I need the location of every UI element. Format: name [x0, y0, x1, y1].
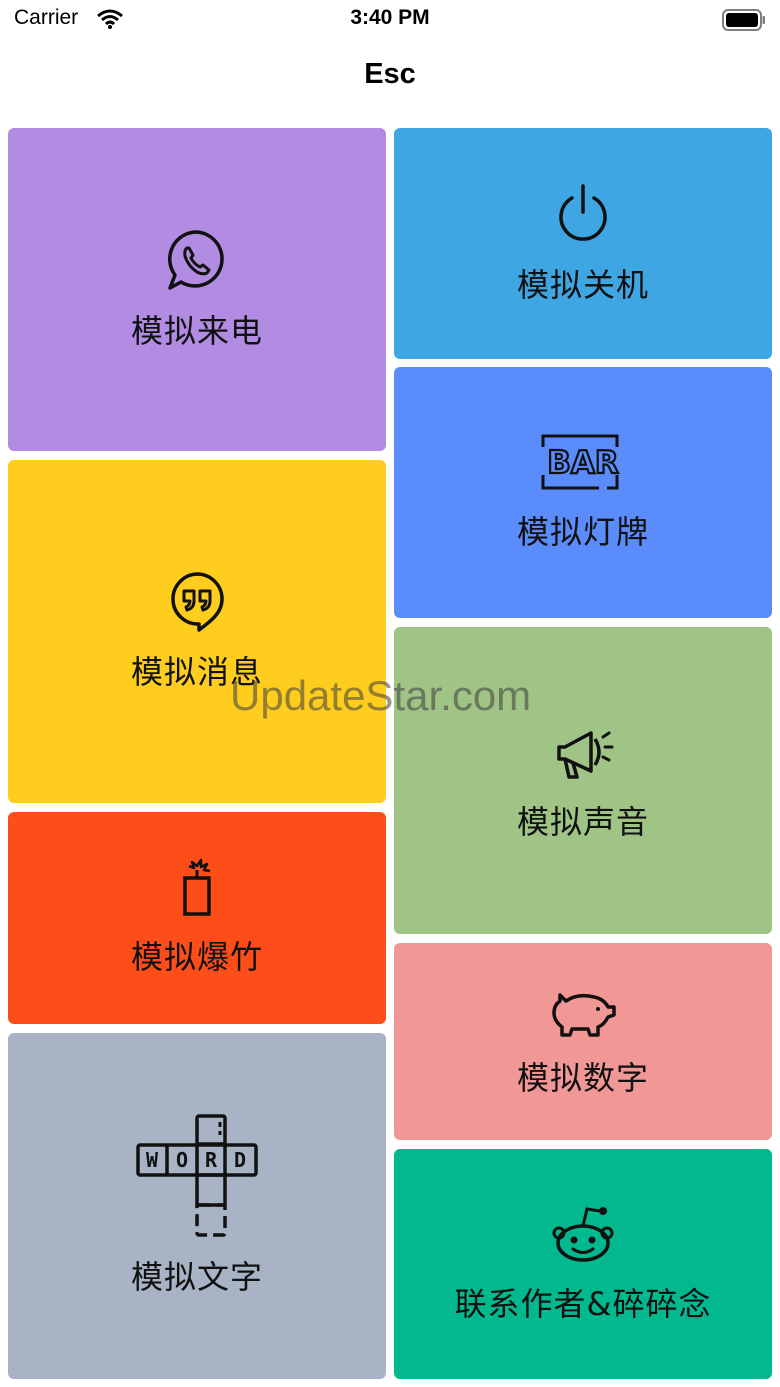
crossword-icon: W O R D [136, 1114, 258, 1237]
tile-simulate-sign[interactable]: BAR 模拟灯牌 [394, 367, 772, 618]
tile-label: 模拟声音 [516, 802, 649, 841]
piggy-icon [552, 992, 616, 1037]
tile-simulate-message[interactable]: 模拟消息 [8, 460, 386, 803]
whatsapp-phone-icon [168, 229, 224, 290]
tile-label: 模拟文字 [130, 1258, 263, 1296]
tile-contact-author[interactable]: 联系作者&碎碎念 [394, 1149, 772, 1379]
tile-label: 模拟来电 [130, 311, 263, 350]
reddit-alien-icon [552, 1207, 614, 1262]
firecracker-icon [183, 858, 211, 916]
crossword-letter: W [146, 1148, 159, 1172]
tile-label: 联系作者&碎碎念 [454, 1285, 712, 1323]
tile-simulate-call[interactable]: 模拟来电 [8, 128, 386, 451]
tile-label: 模拟爆竹 [130, 938, 263, 976]
power-icon [559, 183, 607, 241]
bar-sign-icon: BAR [539, 434, 627, 490]
tile-simulate-firecracker[interactable]: 模拟爆竹 [8, 812, 386, 1024]
tile-label: 模拟关机 [516, 265, 649, 304]
tile-label: 模拟数字 [516, 1058, 649, 1097]
battery-icon [722, 9, 765, 31]
tile-simulate-shutdown[interactable]: 模拟关机 [394, 128, 772, 359]
tile-label: 模拟消息 [130, 652, 263, 691]
tile-simulate-number[interactable]: 模拟数字 [394, 943, 772, 1140]
clock-time: 3:40 PM [350, 6, 430, 29]
sign-text: BAR [547, 445, 619, 481]
crossword-letter: D [234, 1148, 246, 1172]
quote-bubble-icon [171, 571, 224, 632]
status-bar: Carrier 3:40 PM [0, 0, 780, 40]
tile-simulate-text[interactable]: W O R D 模拟文字 [8, 1033, 386, 1379]
crossword-letter: R [205, 1148, 218, 1172]
megaphone-icon [557, 730, 614, 779]
tile-simulate-sound[interactable]: 模拟声音 [394, 627, 772, 934]
tile-label: 模拟灯牌 [516, 512, 649, 551]
page-title: Esc [364, 58, 416, 90]
crossword-letter: O [176, 1148, 188, 1172]
